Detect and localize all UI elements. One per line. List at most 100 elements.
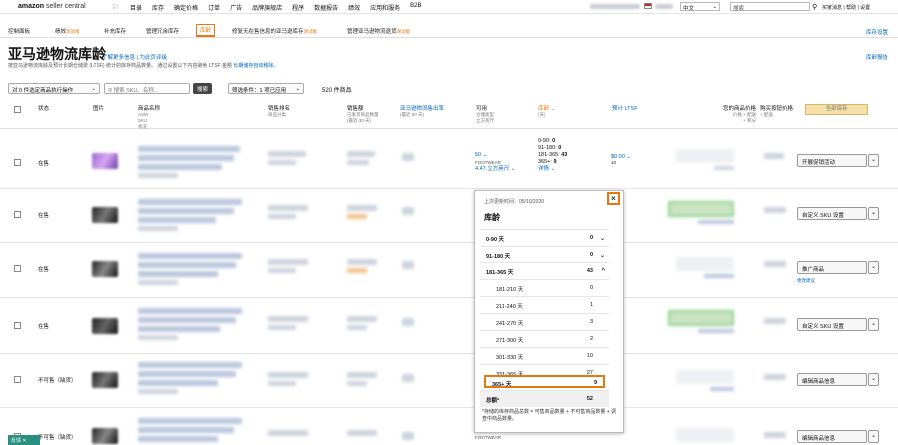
row-checkbox[interactable] — [14, 159, 21, 166]
tab-fix-stranded[interactable]: 修复无在售信息的亚马逊库存测试版 — [232, 27, 317, 35]
col-sales-rank[interactable]: 销售排名 商品分类 — [268, 106, 290, 118]
tab-restock[interactable]: 补充库存 — [104, 27, 126, 35]
select-all-checkbox[interactable] — [14, 106, 21, 113]
row-checkbox[interactable] — [14, 322, 21, 329]
row-checkbox[interactable] — [14, 376, 21, 383]
table-row: 在售 自定义 SKU 设置 ⌄ — [0, 189, 898, 243]
age-subrange: 181-210 天0 — [480, 279, 609, 296]
age-subrange: 241-270 天3 — [480, 313, 609, 330]
col-my-price[interactable]: 您的商品价格 价格 + 配送 + 积分 — [694, 106, 756, 124]
row-action-select[interactable]: 编辑商品信息 — [797, 373, 867, 386]
price-input-redacted[interactable] — [668, 201, 734, 217]
chevron-down-icon[interactable]: ⌄ — [868, 154, 879, 167]
header-links[interactable]: 买家消息 | 帮助 | 设置 — [822, 4, 870, 11]
nav-orders[interactable]: 订单 — [208, 3, 220, 12]
table-row: 在售 推广商品 ⌄ 更改建议 — [0, 243, 898, 298]
auto-removal-link[interactable]: 长期储存自动移除。 — [233, 63, 278, 69]
account-name-redacted[interactable] — [590, 4, 640, 9]
tab-fba-returns[interactable]: 管理亚马逊物流退货测试版 — [347, 27, 410, 35]
row-action-select[interactable]: 开展促销活动 — [797, 154, 867, 167]
row-checkbox[interactable] — [14, 211, 21, 218]
sku-search-input[interactable]: ⚲ 搜索 SKU、名称... — [104, 83, 190, 94]
nav-programs[interactable]: 程序 — [292, 3, 304, 12]
age-details-link[interactable]: 详情 ⌄ — [538, 166, 567, 173]
nav-reports[interactable]: 数据报告 — [314, 3, 338, 12]
table-header: 状态 图片 商品名称 ASIN SKU 状况 销售排名 商品分类 销售额 已发货商品数… — [0, 103, 898, 129]
flag-icon[interactable]: ⚐ — [112, 3, 119, 12]
tab-dashboard[interactable]: 控制面板 — [8, 27, 30, 35]
marketplace-redacted[interactable] — [655, 4, 673, 9]
ltsf-cell[interactable]: $0.00 ⌄ 10 — [611, 154, 631, 165]
nav-inventory[interactable]: 库存 — [152, 3, 164, 12]
col-available[interactable]: 可用 仓储类型 立方英尺 — [476, 106, 494, 124]
age-subrange: 301-330 天 10 — [480, 347, 609, 364]
bulk-action-select[interactable]: 对 0 件选定商品执行操作 ⌄ — [8, 83, 100, 94]
chevron-down-icon[interactable]: ⌄ — [868, 261, 879, 274]
inventory-age-report-link[interactable]: 库龄报告 — [866, 53, 888, 61]
age-subrange: 271-300 天2 — [480, 330, 609, 347]
row-action-select[interactable]: 自定义 SKU 设置 — [797, 207, 867, 220]
inventory-settings-link[interactable]: 库存设置 — [866, 28, 888, 36]
available-cell[interactable]: 50 ⌄ FOOTWEAR 4.47 立方英尺 ⌄ — [475, 152, 515, 173]
product-image[interactable] — [92, 428, 118, 444]
nav-pricing[interactable]: 确定价格 — [174, 3, 198, 12]
nav-catalog[interactable]: 目录 — [130, 3, 142, 12]
chevron-down-icon[interactable]: ⌄ — [868, 430, 879, 443]
product-image[interactable] — [92, 153, 118, 169]
tab-inventory-age[interactable]: 库龄 — [196, 24, 216, 37]
row-checkbox[interactable] — [14, 265, 21, 272]
chevron-down-icon[interactable]: ⌄ — [868, 373, 879, 386]
nav-b2b[interactable]: B2B — [410, 3, 421, 12]
filter-select[interactable]: 筛选条件：1 项已应用 ⌄ — [228, 83, 304, 94]
learn-more-link[interactable]: 了解更多信息 — [102, 55, 135, 61]
change-suggestion-link[interactable]: 更改建议 — [797, 278, 815, 284]
col-ltsf[interactable]: 预计 LTSF — [612, 106, 638, 112]
table-row: 不可售（缺货） FOOTWEAR 编辑商品信息 ⌄ — [0, 408, 898, 445]
col-inventory-age[interactable]: 库龄 ⌄ (天) — [538, 106, 555, 118]
nav-advertising[interactable]: 广告 — [230, 3, 242, 12]
item-count: 520 件商品 — [322, 88, 352, 94]
age-group-91-180[interactable]: 91-180 天 0 ⌄ — [480, 246, 609, 263]
search-button[interactable]: 搜索 — [193, 83, 213, 94]
product-image[interactable] — [92, 207, 118, 223]
chevron-up-icon: ^ — [601, 268, 605, 274]
product-image[interactable] — [92, 372, 118, 388]
sales-rank-redacted — [268, 151, 306, 157]
col-sales[interactable]: 销售额 已发货商品数量 (最近 30 天) — [347, 106, 379, 124]
col-buybox-price[interactable]: 购买按钮价格 + 配送 — [760, 106, 793, 118]
rate-page-link[interactable]: 为此页评级 — [140, 55, 168, 61]
row-action-select[interactable]: 编辑商品信息 — [797, 430, 867, 443]
chevron-down-icon[interactable]: ⌄ — [868, 318, 879, 331]
product-image[interactable] — [92, 318, 118, 334]
status-text: 在售 — [38, 213, 50, 219]
inventory-age-cell: 0-90: 0 91-180: 0 181-365: 43 365+: 9 详情… — [538, 138, 568, 173]
buybox-price-redacted — [764, 153, 784, 159]
row-action-select[interactable]: 自定义 SKU 设置 — [797, 318, 867, 331]
row-action-select[interactable]: 推广商品 — [797, 261, 867, 274]
inventory-subnav: 控制面板 绩效测试版 补充库存 管理冗余库存 库龄 修复无在售信息的亚马逊库存测… — [0, 24, 898, 38]
available-cell[interactable]: FOOTWEAR — [475, 434, 501, 441]
product-title-redacted[interactable] — [138, 146, 240, 152]
product-image[interactable] — [92, 261, 118, 277]
status-text: 在售 — [38, 324, 50, 330]
nav-stores[interactable]: 品牌旗舰店 — [252, 3, 282, 12]
age-group-181-365[interactable]: 181-365 天 43 ^ — [480, 262, 609, 279]
global-search-input[interactable]: 搜索 — [730, 2, 810, 12]
chevron-down-icon[interactable]: ⌄ — [868, 207, 879, 220]
status-text: 在售 — [38, 267, 50, 273]
close-icon[interactable]: × — [607, 192, 620, 205]
col-product[interactable]: 商品名称 ASIN SKU 状况 — [138, 106, 160, 130]
tab-excess-inventory[interactable]: 管理冗余库存 — [146, 27, 179, 35]
price-input-redacted[interactable] — [676, 149, 734, 163]
feedback-button[interactable]: 反馈 ✕ — [8, 435, 40, 445]
language-select[interactable]: 中文 ⌄ — [680, 2, 720, 12]
search-icon[interactable]: ⚲ — [812, 3, 817, 11]
save-all-button[interactable]: 全部保存 — [805, 104, 868, 115]
close-icon[interactable]: ✕ — [22, 438, 26, 444]
nav-performance[interactable]: 绩效 — [348, 3, 360, 12]
nav-apps[interactable]: 应用和服务 — [370, 3, 400, 12]
age-group-0-90[interactable]: 0-90 天 0 ⌄ — [480, 229, 609, 246]
tab-performance[interactable]: 绩效测试版 — [55, 27, 80, 35]
col-sell-through[interactable]: 亚马逊物流售出率 (最近 90 天) — [400, 106, 444, 118]
amazon-logo[interactable]: amazon seller central — [18, 3, 86, 10]
